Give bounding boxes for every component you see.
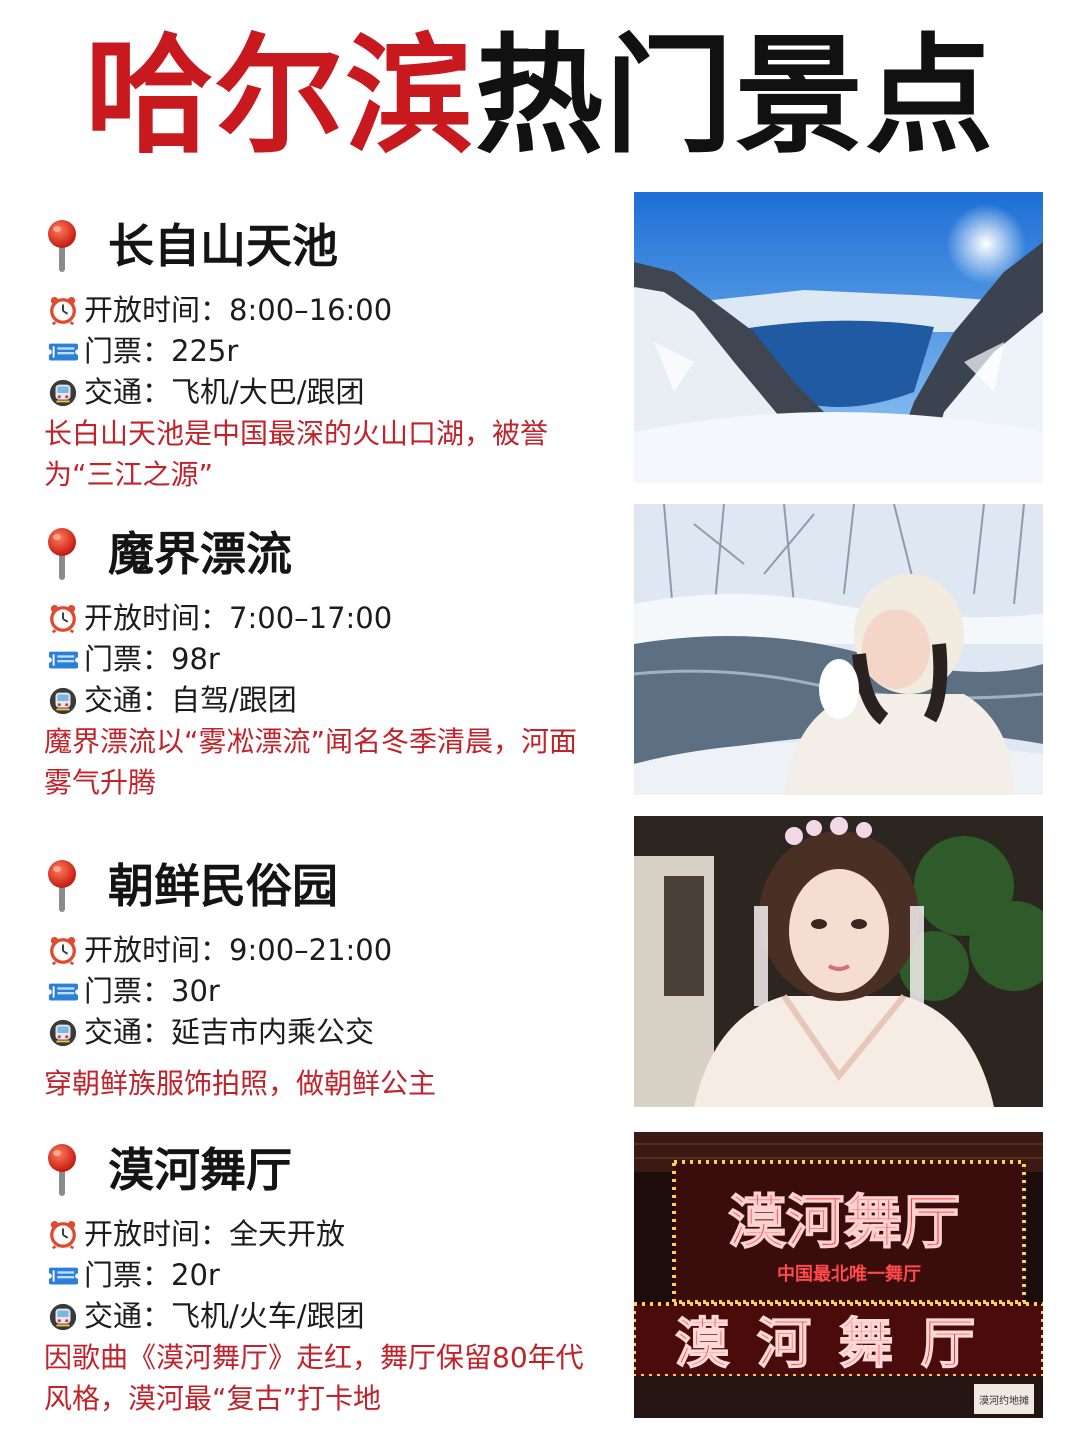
transport-label: 交通： — [84, 683, 172, 717]
hours-value: 8:00–16:00 — [229, 293, 393, 327]
spot-card-korean-folk-park: 朝鲜民俗园 开放时间：9:00–21:00 门票：30r 交通：延吉市内乘公交 … — [0, 816, 1080, 1148]
transport-value: 自驾/跟团 — [171, 683, 297, 717]
sign-sub-text: 中国最北唯一舞厅 — [777, 1263, 921, 1284]
spot-description: 因歌曲《漠河舞厅》走红，舞厅保留80年代风格，漠河最“复古”打卡地 — [44, 1341, 584, 1415]
dance-hall-sign-photo: 漠河舞厅 中国最北唯一舞厅 漠河舞厅 漠河约地摊 — [634, 1132, 1043, 1418]
map-pin-icon — [48, 220, 76, 272]
hours-row: 开放时间：7:00–17:00 — [44, 598, 604, 639]
transport-row: 交通：延吉市内乘公交 — [44, 1012, 604, 1053]
title-city: 哈尔滨 — [84, 22, 475, 171]
hours-label: 开放时间： — [84, 601, 230, 635]
alarm-clock-icon — [49, 604, 77, 634]
train-icon — [49, 1019, 77, 1047]
train-icon — [49, 1303, 77, 1331]
ticket-row: 门票：30r — [44, 971, 604, 1012]
spot-card-mojie-rafting: 魔界漂流 开放时间：7:00–17:00 门票：98r 交通：自驾/跟团 魔界漂… — [0, 504, 1080, 816]
spot-heading: 漠河舞厅 — [44, 1132, 604, 1208]
hours-label: 开放时间： — [84, 293, 230, 327]
spot-info: 朝鲜民俗园 开放时间：9:00–21:00 门票：30r 交通：延吉市内乘公交 … — [44, 848, 604, 1104]
hours-label: 开放时间： — [84, 1217, 230, 1251]
map-pin-icon — [48, 528, 76, 580]
spot-info: 魔界漂流 开放时间：7:00–17:00 门票：98r 交通：自驾/跟团 魔界漂… — [44, 516, 604, 803]
ticket-label: 门票： — [84, 1258, 172, 1292]
ticket-icon — [46, 651, 80, 669]
transport-value: 延吉市内乘公交 — [171, 1015, 375, 1049]
transport-value: 飞机/火车/跟团 — [171, 1299, 365, 1333]
map-pin-icon — [48, 860, 76, 912]
spot-heading: 朝鲜民俗园 — [44, 848, 604, 924]
spot-info: 漠河舞厅 开放时间：全天开放 门票：20r 交通：飞机/火车/跟团 因歌曲《漠河… — [44, 1132, 604, 1419]
hours-row: 开放时间：9:00–21:00 — [44, 930, 604, 971]
spot-name: 朝鲜民俗园 — [108, 859, 338, 913]
spot-card-mohe-dance-hall: 漠河舞厅 开放时间：全天开放 门票：20r 交通：飞机/火车/跟团 因歌曲《漠河… — [0, 1132, 1080, 1432]
transport-label: 交通： — [84, 1015, 172, 1049]
hours-row: 开放时间：8:00–16:00 — [44, 290, 604, 331]
sign-bottom-text: 漠河舞厅 — [675, 1314, 1003, 1374]
hours-value: 全天开放 — [229, 1217, 346, 1251]
tianchi-lake-photo — [634, 192, 1043, 483]
alarm-clock-icon — [49, 936, 77, 966]
alarm-clock-icon — [49, 1220, 77, 1250]
map-pin-icon — [48, 1144, 76, 1196]
ticket-value: 98r — [171, 642, 220, 676]
spot-description: 魔界漂流以“雾凇漂流”闻名冬季清晨，河面雾气升腾 — [44, 725, 578, 799]
sign-top-text: 漠河舞厅 — [728, 1190, 960, 1255]
spot-card-changbaishan: 长自山天池 开放时间：8:00–16:00 门票：225r 交通：飞机/大巴/跟… — [0, 192, 1080, 508]
ticket-icon — [46, 343, 80, 361]
ticket-label: 门票： — [84, 642, 172, 676]
train-icon — [49, 687, 77, 715]
title-topic: 热门景点 — [475, 22, 996, 171]
ticket-icon — [46, 1267, 80, 1285]
hanbok-portrait-photo — [634, 816, 1043, 1107]
transport-row: 交通：飞机/火车/跟团 — [44, 1296, 604, 1337]
ticket-value: 30r — [171, 974, 220, 1008]
spot-heading: 魔界漂流 — [44, 516, 604, 592]
transport-row: 交通：自驾/跟团 — [44, 680, 604, 721]
spot-description: 穿朝鲜族服饰拍照，做朝鲜公主 — [44, 1067, 437, 1100]
ticket-value: 225r — [171, 334, 239, 368]
transport-row: 交通：飞机/大巴/跟团 — [44, 372, 604, 413]
ticket-label: 门票： — [84, 334, 172, 368]
spot-description: 长白山天池是中国最深的火山口湖，被誉为“三江之源” — [44, 417, 549, 491]
snowy-river-photo — [634, 504, 1043, 795]
ticket-row: 门票：98r — [44, 639, 604, 680]
hours-value: 7:00–17:00 — [229, 601, 393, 635]
hours-row: 开放时间：全天开放 — [44, 1214, 604, 1255]
transport-value: 飞机/大巴/跟团 — [171, 375, 365, 409]
ticket-value: 20r — [171, 1258, 220, 1292]
spot-info: 长自山天池 开放时间：8:00–16:00 门票：225r 交通：飞机/大巴/跟… — [44, 208, 604, 495]
train-icon — [49, 379, 77, 407]
spot-name: 漠河舞厅 — [108, 1143, 292, 1197]
ticket-label: 门票： — [84, 974, 172, 1008]
ticket-icon — [46, 983, 80, 1001]
transport-label: 交通： — [84, 1299, 172, 1333]
ticket-row: 门票：225r — [44, 331, 604, 372]
ticket-row: 门票：20r — [44, 1255, 604, 1296]
spot-name: 长自山天池 — [108, 219, 338, 273]
page-title: 哈尔滨热门景点 — [0, 22, 1080, 172]
hours-label: 开放时间： — [84, 933, 230, 967]
spot-name: 魔界漂流 — [108, 527, 292, 581]
spot-heading: 长自山天池 — [44, 208, 604, 284]
hours-value: 9:00–21:00 — [229, 933, 393, 967]
transport-label: 交通： — [84, 375, 172, 409]
sign-corner-text: 漠河约地摊 — [979, 1394, 1029, 1407]
alarm-clock-icon — [49, 296, 77, 326]
